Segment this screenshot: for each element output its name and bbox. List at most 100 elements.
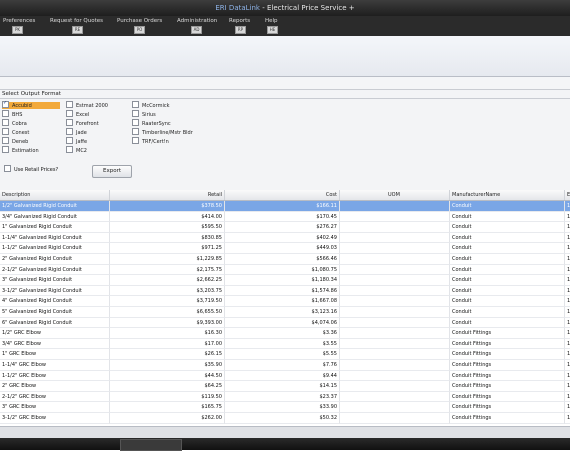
- cell-manufacturer: Conduit Fittings: [450, 349, 565, 360]
- checkbox[interactable]: [132, 110, 139, 117]
- cell-uom: [340, 264, 450, 276]
- table-row[interactable]: 2" GRC Elbow $64.25 $14.15 Conduit Fittings…: [0, 381, 570, 392]
- checkbox[interactable]: [66, 128, 73, 135]
- cell-cost: $23.37: [225, 391, 340, 403]
- table-row[interactable]: 5" Galvanized Rigid Conduit $6,655.50 $3,1…: [0, 307, 570, 318]
- checkbox[interactable]: [66, 137, 73, 144]
- cell-description: 3" Galvanized Rigid Conduit: [0, 275, 110, 286]
- column-header-retail[interactable]: Retail: [110, 190, 225, 200]
- table-row[interactable]: 2" Galvanized Rigid Conduit $1,229.85 $566…: [0, 254, 570, 265]
- format-forefront[interactable]: Forefront: [66, 119, 99, 127]
- cell-description: 3-1/2" GRC Elbow: [0, 413, 110, 424]
- cell-description: 1-1/2" GRC Elbow: [0, 370, 110, 382]
- cell-uom: [340, 222, 450, 233]
- table-row[interactable]: 1" GRC Elbow $26.15 $5.55 Conduit Fittings 1: [0, 349, 570, 360]
- format-sirius[interactable]: Sirius: [132, 110, 156, 118]
- menu-purchase-orders[interactable]: Purchase Orders PO: [117, 18, 162, 34]
- checkbox[interactable]: [2, 100, 9, 108]
- format-label: Jaffe: [76, 139, 88, 145]
- table-row[interactable]: 3/4" Galvanized Rigid Conduit $414.00 $170…: [0, 211, 570, 223]
- key-tip: RE: [72, 26, 83, 34]
- cell-retail: $378.50: [110, 201, 225, 212]
- format-label: TRF/Cert!n: [142, 139, 169, 145]
- format-mccormick[interactable]: McCormick: [132, 101, 170, 109]
- table-row[interactable]: 1-1/4" GRC Elbow $35.90 $7.76 Conduit Fitti…: [0, 360, 570, 371]
- cell-cost: $170.45: [225, 211, 340, 223]
- table-row[interactable]: 3-1/2" Galvanized Rigid Conduit $3,203.75…: [0, 285, 570, 297]
- menu-preferences[interactable]: Preferences PK: [3, 18, 35, 34]
- format-trf-certin[interactable]: TRF/Cert!n: [132, 137, 169, 145]
- format-deneb[interactable]: Deneb: [2, 137, 28, 145]
- menu-request-for-quotes[interactable]: Request for Quotes RE: [50, 18, 103, 34]
- format-conest[interactable]: Conest: [2, 128, 29, 136]
- column-header-cost[interactable]: Cost: [225, 190, 340, 200]
- menu-reports[interactable]: Reports RP: [229, 18, 250, 34]
- checkbox[interactable]: [66, 101, 73, 108]
- format-accubid[interactable]: Accubid: [2, 100, 60, 109]
- cell-manufacturer: Conduit: [450, 243, 565, 254]
- cell-cost: $166.11: [225, 201, 340, 212]
- output-format-title: Select Output Format: [2, 91, 61, 97]
- checkbox[interactable]: [132, 137, 139, 144]
- cell-manufacturer: Conduit: [450, 211, 565, 223]
- cell-manufacturer: Conduit Fittings: [450, 328, 565, 339]
- checkbox[interactable]: [2, 137, 9, 144]
- table-row[interactable]: 2-1/2" GRC Elbow $119.50 $23.37 Conduit Fit…: [0, 391, 570, 403]
- format-estmat-2000[interactable]: Estmat 2000: [66, 101, 108, 109]
- table-row[interactable]: 3" GRC Elbow $165.75 $33.90 Conduit Fitting…: [0, 402, 570, 413]
- use-retail-prices-checkbox[interactable]: Use Retail Prices?: [4, 165, 58, 173]
- format-estimation[interactable]: Estimation: [2, 146, 39, 154]
- menu-administration[interactable]: Administration AD: [177, 18, 217, 34]
- checkbox[interactable]: [66, 146, 73, 153]
- cell-retail: $1,229.85: [110, 254, 225, 265]
- table-row[interactable]: 1-1/4" Galvanized Rigid Conduit $830.85 $4…: [0, 232, 570, 244]
- format-label: Cobra: [12, 121, 27, 127]
- format-cobra[interactable]: Cobra: [2, 119, 27, 127]
- format-timberline[interactable]: Timberline/Mstr Bldr: [132, 128, 193, 136]
- cell-retail: $262.00: [110, 413, 225, 424]
- format-jade[interactable]: Jade: [66, 128, 87, 136]
- table-row[interactable]: 3" Galvanized Rigid Conduit $2,662.25 $1,1…: [0, 275, 570, 286]
- export-button[interactable]: Export: [92, 165, 132, 178]
- format-raatersync[interactable]: RaaterSync: [132, 119, 171, 127]
- checkbox[interactable]: [132, 128, 139, 135]
- format-excel[interactable]: Excel: [66, 110, 89, 118]
- cell-retail: $16.30: [110, 328, 225, 339]
- table-row[interactable]: 1/2" GRC Elbow $16.30 $3.36 Conduit Fitting…: [0, 328, 570, 339]
- cell-uom: [340, 307, 450, 318]
- checkbox[interactable]: [132, 101, 139, 108]
- key-tip: AD: [191, 26, 202, 34]
- taskbar-button[interactable]: [120, 439, 182, 451]
- table-row[interactable]: 1-1/2" Galvanized Rigid Conduit $971.25 $4…: [0, 243, 570, 254]
- format-jaffe[interactable]: Jaffe: [66, 137, 88, 145]
- checkbox[interactable]: [2, 110, 9, 117]
- checkbox[interactable]: [66, 110, 73, 117]
- format-label: BHS: [12, 112, 23, 118]
- table-row[interactable]: 1-1/2" GRC Elbow $44.50 $9.44 Conduit Fitti…: [0, 370, 570, 382]
- format-label: Accubid: [12, 103, 32, 109]
- format-mc2[interactable]: MC2: [66, 146, 87, 154]
- checkbox[interactable]: [2, 128, 9, 135]
- column-header-manufacturer[interactable]: ManufacturerName: [450, 190, 565, 200]
- checkbox[interactable]: [2, 119, 9, 126]
- table-row[interactable]: 1" Galvanized Rigid Conduit $595.50 $276.2…: [0, 222, 570, 233]
- column-header-extra[interactable]: E: [565, 190, 570, 200]
- checkbox[interactable]: [2, 146, 9, 153]
- table-row[interactable]: 1/2" Galvanized Rigid Conduit $378.50 $166…: [0, 201, 570, 212]
- cell-extra: 1: [565, 296, 570, 307]
- table-row[interactable]: 2-1/2" Galvanized Rigid Conduit $2,175.75…: [0, 264, 570, 276]
- key-tip: PO: [134, 26, 145, 34]
- table-row[interactable]: 3/4" GRC Elbow $17.00 $3.55 Conduit Fitting…: [0, 338, 570, 350]
- grid-header: Description Retail Cost UOM Manufacturer…: [0, 190, 570, 201]
- format-bhs[interactable]: BHS: [2, 110, 23, 118]
- table-row[interactable]: 3-1/2" GRC Elbow $262.00 $50.32 Conduit Fit…: [0, 413, 570, 424]
- checkbox[interactable]: [132, 119, 139, 126]
- cell-description: 3" GRC Elbow: [0, 402, 110, 413]
- column-header-description[interactable]: Description: [0, 190, 110, 200]
- menu-help[interactable]: Help HE: [265, 18, 278, 34]
- checkbox[interactable]: [4, 165, 11, 172]
- table-row[interactable]: 4" Galvanized Rigid Conduit $3,719.50 $1,6…: [0, 296, 570, 307]
- table-row[interactable]: 6" Galvanized Rigid Conduit $9,393.00 $4,0…: [0, 317, 570, 329]
- column-header-uom[interactable]: UOM: [340, 190, 450, 200]
- checkbox[interactable]: [66, 119, 73, 126]
